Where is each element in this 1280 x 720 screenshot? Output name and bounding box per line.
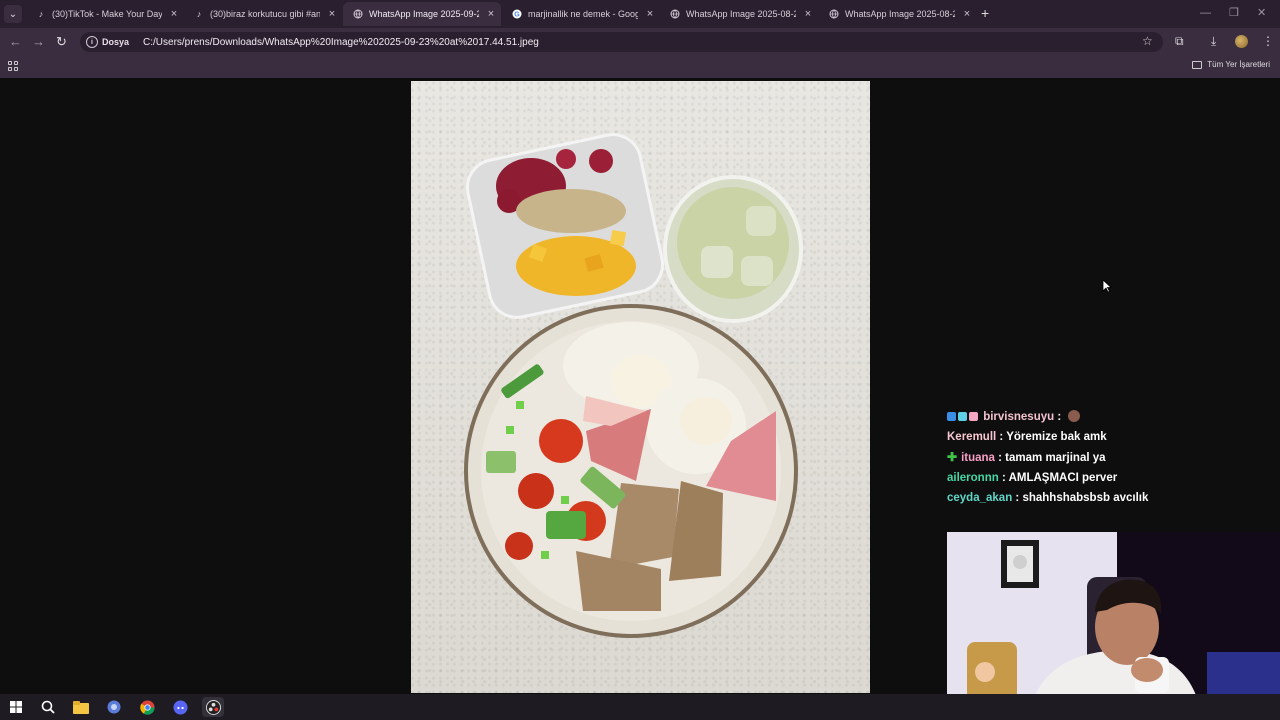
tab-google-search[interactable]: G marjinallik ne demek - Google' ×	[502, 2, 660, 26]
new-tab-button[interactable]: +	[981, 6, 989, 20]
stream-chat-overlay: birvisnesuyu : Keremull : Yöremize bak a…	[947, 407, 1267, 508]
fruit-bowl	[465, 133, 665, 319]
close-icon[interactable]: ×	[326, 8, 338, 20]
chat-username: ceyda_akan	[947, 492, 1013, 504]
bookmark-star-icon[interactable]: ☆	[1142, 34, 1153, 48]
chat-username: ituana	[961, 452, 995, 464]
all-bookmarks-button[interactable]: Tüm Yer İşaretleri	[1192, 60, 1270, 69]
chat-separator: :	[1054, 411, 1065, 423]
chrome-icon[interactable]	[136, 697, 158, 717]
blue-badge-icon	[947, 412, 956, 421]
chat-text: tamam marjinal ya	[1005, 452, 1106, 464]
globe-icon	[829, 9, 839, 19]
chat-text: AMLAŞMACI perver	[1008, 472, 1118, 484]
folder-icon	[1192, 60, 1203, 69]
emote-icon	[1068, 410, 1081, 422]
tab-title: (30)TikTok - Make Your Day	[52, 9, 162, 19]
search-icon[interactable]	[37, 697, 59, 717]
tab-tiktok-video[interactable]: ♪ (30)biraz korkutucu gibi #anlık ×	[184, 2, 342, 26]
chat-message: birvisnesuyu :	[947, 407, 1267, 427]
chat-text: Yöremize bak amk	[1006, 431, 1107, 443]
close-icon[interactable]: ×	[644, 8, 656, 20]
google-icon: G	[512, 9, 522, 19]
forward-arrow-icon[interactable]: →	[32, 34, 45, 50]
tab-title: WhatsApp Image 2025-09-23 a	[369, 9, 479, 19]
address-bar[interactable]: i Dosya C:/Users/prens/Downloads/WhatsAp…	[80, 32, 1163, 52]
bow-badge-icon	[969, 412, 978, 421]
drink-glass	[663, 175, 803, 323]
info-icon: i	[86, 36, 98, 48]
reload-icon[interactable]: ↻	[56, 34, 67, 50]
chat-message: ceyda_akan : shahhshabsbsb avcılık	[947, 488, 1267, 508]
chat-separator: :	[996, 431, 1007, 443]
extensions-icon[interactable]: ⧉	[1175, 33, 1184, 49]
mouse-cursor-icon	[1102, 279, 1112, 293]
download-icon[interactable]: ⤓	[1211, 33, 1216, 49]
chat-message: Keremull : Yöremize bak amk	[947, 427, 1267, 447]
close-window-icon[interactable]: ✕	[1257, 6, 1266, 20]
tab-title: marjinallik ne demek - Google'	[528, 9, 638, 19]
cyan-badge-icon	[958, 412, 967, 421]
tiktok-icon: ♪	[38, 9, 44, 19]
file-explorer-icon[interactable]	[70, 697, 92, 717]
discord-icon[interactable]	[169, 697, 191, 717]
chat-separator: :	[998, 472, 1009, 484]
url-text: C:/Users/prens/Downloads/WhatsApp%20Imag…	[143, 36, 539, 48]
chat-text: shahhshabsbsb avcılık	[1022, 492, 1149, 504]
chat-username: aileronnn	[947, 472, 999, 484]
chat-username: birvisnesuyu	[983, 411, 1055, 423]
back-arrow-icon[interactable]: ←	[9, 34, 22, 50]
tab-title: WhatsApp Image 2025-08-28 a	[845, 9, 955, 19]
site-chip-label: Dosya	[102, 37, 130, 47]
tab-search-button[interactable]: ⌄	[4, 5, 22, 23]
svg-text:G: G	[514, 12, 520, 19]
tab-title: WhatsApp Image 2025-08-28 a	[686, 9, 796, 19]
food-photo	[411, 81, 870, 693]
profile-avatar[interactable]	[1235, 35, 1248, 48]
close-icon[interactable]: ×	[485, 8, 497, 20]
restore-icon[interactable]: ❐	[1229, 6, 1239, 20]
globe-icon	[353, 9, 363, 19]
obs-icon[interactable]	[202, 697, 224, 717]
tab-whatsapp-image-2[interactable]: WhatsApp Image 2025-08-28 a ×	[660, 2, 818, 26]
close-icon[interactable]: ×	[168, 8, 180, 20]
apps-grid-icon[interactable]	[8, 61, 18, 71]
close-icon[interactable]: ×	[961, 8, 973, 20]
chat-separator: :	[994, 452, 1006, 464]
globe-icon	[670, 9, 680, 19]
chat-message: ✚ ituana : tamam marjinal ya	[947, 447, 1267, 468]
streamer-webcam	[947, 532, 1280, 720]
tab-tiktok[interactable]: ♪ (30)TikTok - Make Your Day ×	[26, 2, 184, 26]
app-icon[interactable]	[103, 697, 125, 717]
chat-username: Keremull	[947, 431, 997, 443]
site-info-chip[interactable]: i Dosya	[86, 36, 129, 48]
tiktok-icon: ♪	[196, 9, 202, 19]
chat-message: aileronnn : AMLAŞMACI perver	[947, 468, 1267, 488]
windows-taskbar	[0, 694, 1280, 720]
all-bookmarks-label: Tüm Yer İşaretleri	[1207, 60, 1270, 69]
chat-separator: :	[1012, 492, 1023, 504]
bookmarks-bar: Tüm Yer İşaretleri	[0, 56, 1280, 78]
tab-title: (30)biraz korkutucu gibi #anlık	[210, 9, 320, 19]
tab-whatsapp-image-active[interactable]: WhatsApp Image 2025-09-23 a ×	[343, 2, 501, 26]
chevron-down-icon: ⌄	[8, 8, 18, 20]
menu-kebab-icon[interactable]: ⋮	[1262, 33, 1274, 49]
plus-badge-icon: ✚	[947, 450, 958, 464]
tab-strip: ⌄ ♪ (30)TikTok - Make Your Day × ♪ (30)b…	[0, 0, 1280, 28]
minimize-icon[interactable]: —	[1200, 6, 1211, 20]
windows-start-icon[interactable]	[5, 697, 27, 717]
breakfast-plate	[464, 304, 798, 638]
tab-whatsapp-image-3[interactable]: WhatsApp Image 2025-08-28 a ×	[819, 2, 977, 26]
close-icon[interactable]: ×	[802, 8, 814, 20]
